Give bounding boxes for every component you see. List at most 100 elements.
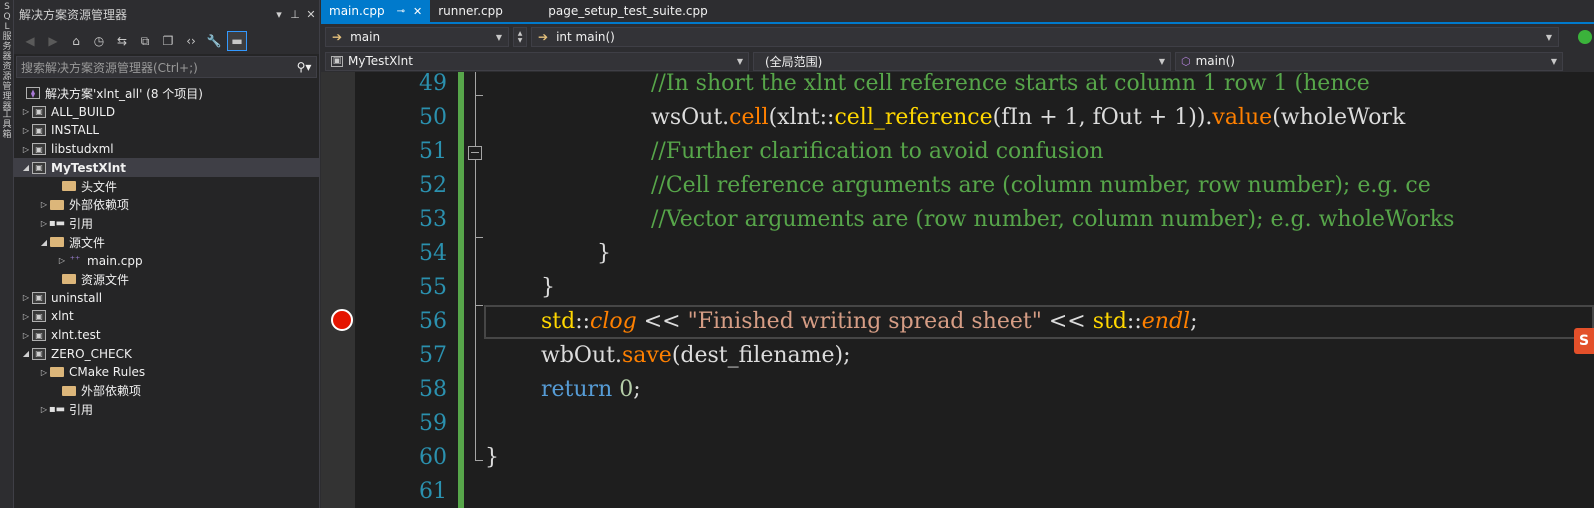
tree-item[interactable]: ▷ ▣ xlnt.test <box>14 326 319 345</box>
show-all-files-icon[interactable]: ❐ <box>158 31 178 51</box>
tree-item-label: uninstall <box>51 290 103 305</box>
pin-icon[interactable]: ⊥ <box>287 8 303 21</box>
back-icon[interactable]: ◀ <box>20 31 40 51</box>
solution-icon: ⧫ <box>26 87 40 100</box>
expand-arrow-icon[interactable]: ▷ <box>20 145 32 154</box>
chevron-down-icon: ▼ <box>1545 32 1552 42</box>
breakpoint-icon[interactable] <box>331 309 353 331</box>
member-dropdown[interactable]: ⬡ main() ▼ <box>1175 51 1563 71</box>
sync-icon[interactable]: ⇆ <box>112 31 132 51</box>
solution-explorer-title-bar: 解决方案资源管理器 ▾ ⊥ ✕ <box>14 0 319 28</box>
forward-icon[interactable]: ▶ <box>43 31 63 51</box>
tree-item[interactable]: ▷ ▪▬ 引用 <box>14 400 319 419</box>
solution-explorer-toolbar: ◀ ▶ ⌂ ◷ ⇆ ⧉ ❐ ‹› 🔧 ▬ <box>14 28 319 54</box>
tree-item[interactable]: 头文件 <box>14 177 319 196</box>
code-token: wsOut. <box>651 105 730 130</box>
tree-item[interactable]: ▷ ▣ uninstall <box>14 289 319 308</box>
solution-label: 解决方案'xlnt_all' (8 个项目) <box>45 86 203 101</box>
code-token: clog <box>590 309 637 334</box>
code-line-52: //Cell reference arguments are (column n… <box>651 169 1431 203</box>
line-number: 56 <box>419 309 447 334</box>
expand-arrow-icon[interactable]: ▷ <box>38 200 50 209</box>
breakpoint-margin[interactable] <box>321 72 355 508</box>
code-token: ; <box>1190 309 1198 334</box>
code-brace: } <box>485 445 499 470</box>
tree-item[interactable]: ▷ ▣ ALL_BUILD <box>14 103 319 122</box>
code-brace: } <box>541 275 555 300</box>
line-number: 57 <box>419 343 447 368</box>
server-explorer-tab[interactable]: SQL服务器资源管理器 <box>1 2 13 112</box>
close-icon[interactable]: ✕ <box>413 5 422 18</box>
preview-icon[interactable]: ▬ <box>227 31 247 51</box>
scope-value: (全局范围) <box>765 54 823 69</box>
project-icon: ▣ <box>32 310 46 323</box>
collapse-all-icon[interactable]: ⧉ <box>135 31 155 51</box>
code-token: wbOut. <box>541 343 622 368</box>
chevron-down-icon: ▼ <box>1158 56 1165 66</box>
code-token: std <box>1092 309 1127 334</box>
line-number: 51 <box>419 139 447 164</box>
outline-tick <box>475 460 483 461</box>
expand-arrow-icon[interactable]: ▷ <box>20 331 32 340</box>
close-icon[interactable]: ✕ <box>303 8 319 21</box>
code-area[interactable]: 49 50 51 52 53 54 55 56 57 58 59 60 61 /… <box>321 72 1594 508</box>
tree-item[interactable]: ▷ ▣ xlnt <box>14 307 319 326</box>
vertical-tool-strip: SQL服务器资源管理器 工具箱 <box>0 0 14 508</box>
go-icon[interactable] <box>1578 30 1592 44</box>
ime-badge[interactable]: S <box>1574 328 1594 354</box>
tree-item[interactable]: 外部依赖项 <box>14 382 319 401</box>
tree-item-label: MyTestXlnt <box>51 160 127 175</box>
tree-item-selected[interactable]: ◢ ▣ MyTestXlnt <box>14 158 319 177</box>
expand-arrow-icon[interactable]: ▷ <box>20 293 32 302</box>
tab-runner-cpp[interactable]: runner.cpp <box>430 0 540 22</box>
tab-page-setup-test-suite[interactable]: page_setup_test_suite.cpp <box>540 0 716 22</box>
solution-node[interactable]: ⧫ 解决方案'xlnt_all' (8 个项目) <box>14 84 319 103</box>
solution-search-input[interactable]: 搜索解决方案资源管理器(Ctrl+;) ⚲▾ <box>16 56 317 78</box>
code-comment: //Further clarification to avoid confusi… <box>651 139 1104 164</box>
tab-label: page_setup_test_suite.cpp <box>548 4 708 18</box>
tab-main-cpp[interactable]: main.cpp ⊸ ✕ <box>321 0 431 22</box>
tree-item[interactable]: 资源文件 <box>14 270 319 289</box>
expand-arrow-icon[interactable]: ▷ <box>56 256 68 265</box>
config-dropdown[interactable]: ➔ main ▼ <box>325 27 509 47</box>
tree-item[interactable]: ▷ ▣ INSTALL <box>14 121 319 140</box>
tree-item[interactable]: ▷ ⁺⁺ main.cpp <box>14 251 319 270</box>
scope-dropdown[interactable]: (全局范围) ▼ <box>753 51 1171 71</box>
pin-icon[interactable]: ⊸ <box>397 6 405 17</box>
folder-icon <box>50 367 64 378</box>
tree-item[interactable]: ▷ CMake Rules <box>14 363 319 382</box>
collapse-arrow-icon[interactable]: ◢ <box>20 349 32 358</box>
toolbox-tab[interactable]: 工具箱 <box>1 110 13 140</box>
code-line-55: } <box>541 271 555 305</box>
code-view-icon[interactable]: ‹› <box>181 31 201 51</box>
expand-arrow-icon[interactable]: ▷ <box>20 312 32 321</box>
function-dropdown[interactable]: ➔ int main() ▼ <box>531 27 1559 47</box>
collapse-arrow-icon[interactable]: ◢ <box>38 238 50 247</box>
tree-item[interactable]: ▷ 外部依赖项 <box>14 196 319 215</box>
collapse-icon[interactable] <box>468 146 482 160</box>
project-dropdown[interactable]: ▣ MyTestXlnt ▼ <box>325 51 749 71</box>
code-token: :: <box>575 309 591 334</box>
code-number: 0 <box>619 377 634 402</box>
tree-item[interactable]: ▷ ▪▬ 引用 <box>14 214 319 233</box>
home-icon[interactable]: ⌂ <box>66 31 86 51</box>
collapse-arrow-icon[interactable]: ◢ <box>20 163 32 172</box>
spin-buttons[interactable]: ▲ ▼ <box>513 27 527 47</box>
tree-item[interactable]: ◢ ▣ ZERO_CHECK <box>14 344 319 363</box>
expand-arrow-icon[interactable]: ▷ <box>20 107 32 116</box>
method-icon: ⬡ <box>1181 54 1191 68</box>
expand-arrow-icon[interactable]: ▷ <box>38 368 50 377</box>
folder-icon <box>62 181 76 192</box>
search-icon[interactable]: ⚲▾ <box>292 60 316 74</box>
history-icon[interactable]: ◷ <box>89 31 109 51</box>
tree-item-label: 外部依赖项 <box>69 198 130 213</box>
line-number: 52 <box>419 173 447 198</box>
folder-icon <box>62 385 76 396</box>
properties-wrench-icon[interactable]: 🔧 <box>204 31 224 51</box>
outline-guide <box>475 72 476 146</box>
tree-item[interactable]: ▷ ▣ libstudxml <box>14 140 319 159</box>
dropdown-icon[interactable]: ▾ <box>271 8 287 21</box>
tree-item-label: 头文件 <box>81 179 118 194</box>
tree-item[interactable]: ◢ 源文件 <box>14 233 319 252</box>
expand-arrow-icon[interactable]: ▷ <box>20 126 32 135</box>
